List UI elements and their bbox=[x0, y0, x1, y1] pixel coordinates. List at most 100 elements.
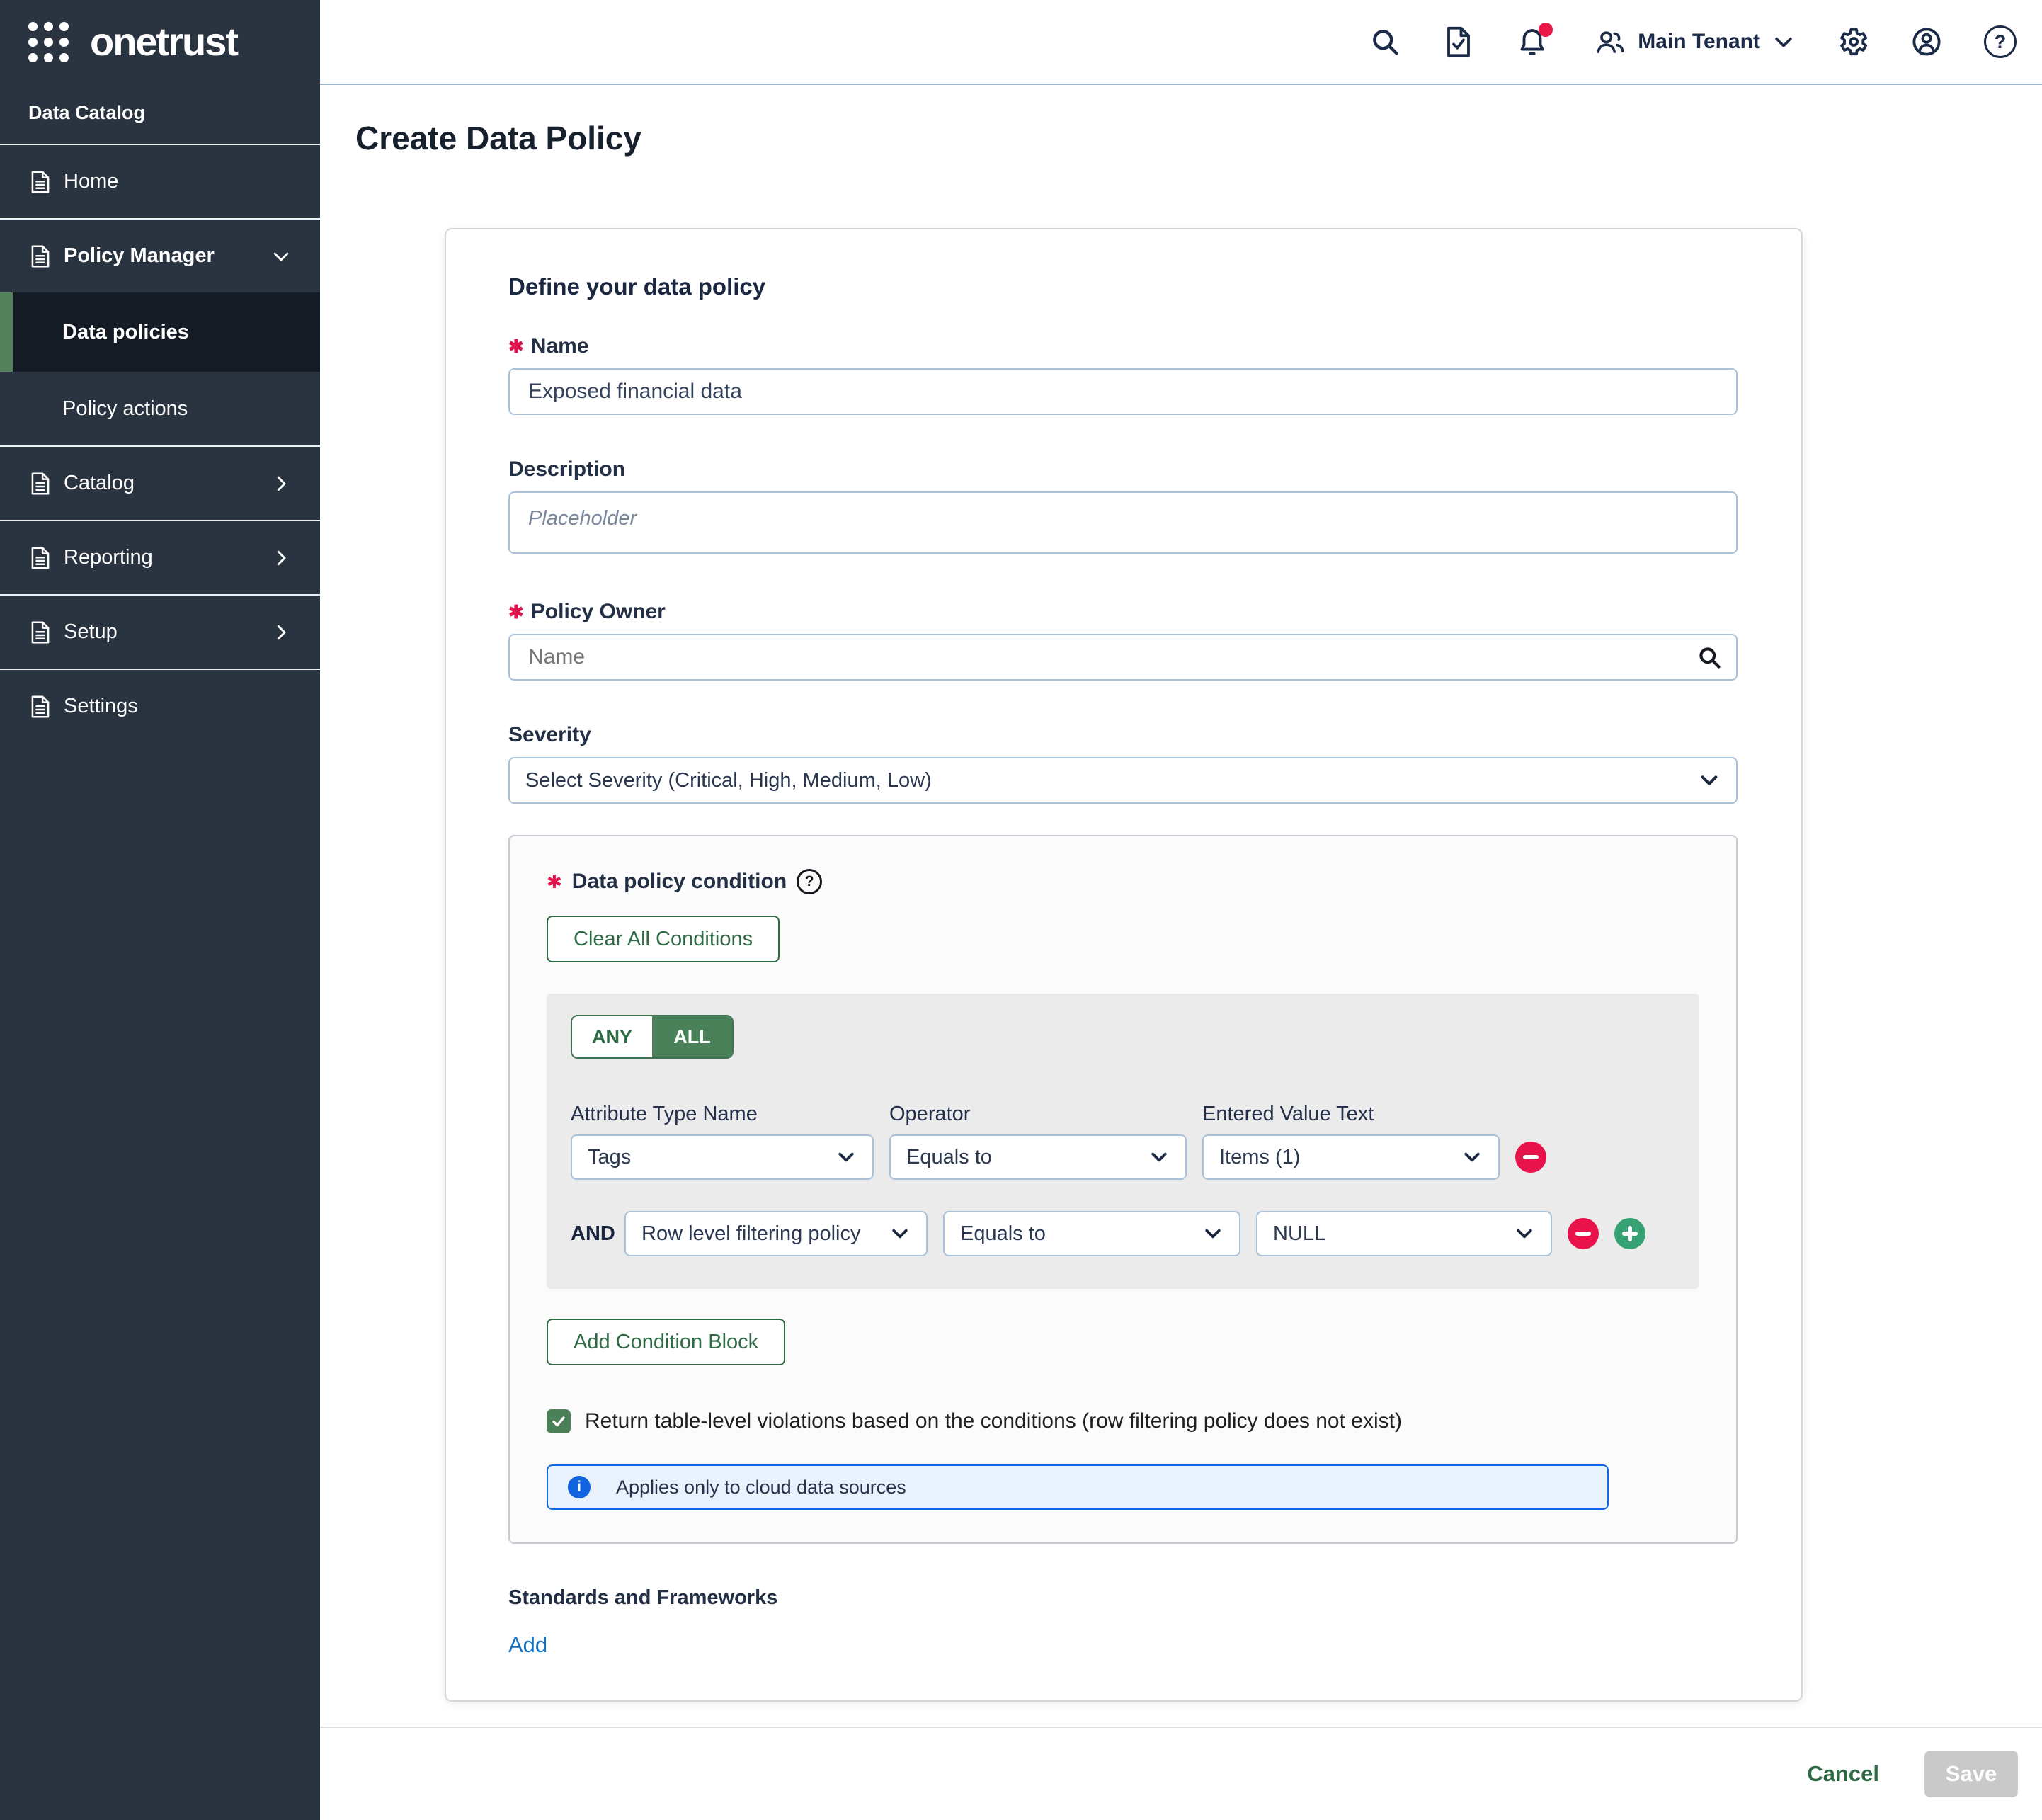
add-condition-icon[interactable] bbox=[1614, 1218, 1645, 1249]
sidebar-item-label: Settings bbox=[64, 695, 138, 718]
sidebar-item-reporting[interactable]: Reporting bbox=[0, 521, 320, 594]
operator-select[interactable]: Equals to bbox=[889, 1134, 1187, 1180]
chevron-down-icon bbox=[1698, 769, 1721, 792]
chevron-down-icon bbox=[1461, 1147, 1483, 1168]
operator-select[interactable]: Equals to bbox=[943, 1211, 1240, 1256]
conjunction-label: AND bbox=[571, 1222, 615, 1246]
policy-owner-field-group: ✱ Policy Owner bbox=[508, 600, 1738, 681]
document-icon bbox=[27, 545, 54, 571]
policy-form-card: Define your data policy ✱ Name Descripti… bbox=[445, 228, 1803, 1702]
search-icon[interactable] bbox=[1369, 25, 1401, 58]
policy-owner-label: ✱ Policy Owner bbox=[508, 600, 1738, 624]
toggle-any[interactable]: ANY bbox=[572, 1016, 652, 1057]
value-select[interactable]: Items (1) bbox=[1202, 1134, 1500, 1180]
top-bar: Main Tenant ? bbox=[320, 0, 2042, 85]
condition-label: Data policy condition bbox=[572, 870, 787, 894]
logo-row: onetrust bbox=[0, 0, 320, 84]
check-icon bbox=[550, 1413, 567, 1430]
severity-label: Severity bbox=[508, 723, 1738, 747]
standards-frameworks-label: Standards and Frameworks bbox=[508, 1586, 1738, 1610]
name-label: ✱ Name bbox=[508, 334, 1738, 358]
severity-field-group: Severity Select Severity (Critical, High… bbox=[508, 723, 1738, 804]
sidebar-item-home[interactable]: Home bbox=[0, 145, 320, 218]
document-icon bbox=[27, 693, 54, 720]
condition-column-headers: Attribute Type Name Operator Entered Val… bbox=[571, 1103, 1672, 1126]
sidebar: onetrust Data Catalog Home Policy Manage… bbox=[0, 0, 320, 1820]
condition-block: ANY ALL Attribute Type Name Operator Ent… bbox=[547, 994, 1699, 1289]
description-label: Description bbox=[508, 457, 1738, 482]
required-asterisk: ✱ bbox=[508, 603, 524, 621]
name-input[interactable] bbox=[508, 368, 1738, 415]
column-operator: Operator bbox=[889, 1103, 1187, 1126]
sidebar-item-settings[interactable]: Settings bbox=[0, 670, 320, 743]
chevron-right-icon bbox=[270, 547, 292, 569]
info-text: Applies only to cloud data sources bbox=[616, 1477, 906, 1498]
sidebar-item-label: Catalog bbox=[64, 472, 135, 495]
info-banner: i Applies only to cloud data sources bbox=[547, 1464, 1609, 1510]
sidebar-item-label: Reporting bbox=[64, 546, 153, 569]
chevron-down-icon bbox=[835, 1147, 857, 1168]
sidebar-item-setup[interactable]: Setup bbox=[0, 596, 320, 669]
main-area: Main Tenant ? Create Data Policy Define … bbox=[320, 0, 2042, 1820]
sidebar-section-label: Data Catalog bbox=[0, 84, 320, 144]
page-content: Create Data Policy Define your data poli… bbox=[320, 85, 2042, 1727]
account-icon[interactable] bbox=[1910, 25, 1943, 58]
sidebar-item-policy-manager[interactable]: Policy Manager bbox=[0, 220, 320, 292]
policy-owner-input[interactable] bbox=[508, 634, 1738, 681]
document-check-icon[interactable] bbox=[1442, 25, 1475, 58]
document-icon bbox=[27, 169, 54, 195]
clear-all-conditions-button[interactable]: Clear All Conditions bbox=[547, 916, 780, 962]
sidebar-item-data-policies[interactable]: Data policies bbox=[0, 292, 320, 372]
document-icon bbox=[27, 243, 54, 270]
standards-add-link[interactable]: Add bbox=[508, 1632, 547, 1658]
save-button[interactable]: Save bbox=[1924, 1751, 2018, 1797]
add-condition-block-button[interactable]: Add Condition Block bbox=[547, 1319, 785, 1365]
condition-row: AND Row level filtering policy Equals to… bbox=[571, 1211, 1672, 1256]
app-window: onetrust Data Catalog Home Policy Manage… bbox=[0, 0, 2042, 1820]
attribute-select[interactable]: Tags bbox=[571, 1134, 874, 1180]
settings-gear-icon[interactable] bbox=[1837, 25, 1869, 58]
action-footer: Cancel Save bbox=[320, 1727, 2042, 1820]
table-level-violations-row: Return table-level violations based on t… bbox=[547, 1409, 1699, 1433]
chevron-down-icon bbox=[1202, 1223, 1224, 1244]
chevron-right-icon bbox=[270, 622, 292, 643]
severity-select[interactable]: Select Severity (Critical, High, Medium,… bbox=[508, 757, 1738, 804]
condition-header: ✱ Data policy condition ? bbox=[547, 869, 1699, 894]
column-value: Entered Value Text bbox=[1202, 1103, 1500, 1126]
info-icon: i bbox=[568, 1476, 591, 1498]
sidebar-item-label: Setup bbox=[64, 620, 118, 644]
checkbox-label: Return table-level violations based on t… bbox=[585, 1409, 1402, 1433]
description-input[interactable] bbox=[508, 491, 1738, 554]
attribute-select[interactable]: Row level filtering policy bbox=[624, 1211, 928, 1256]
chevron-down-icon bbox=[1514, 1223, 1535, 1244]
severity-value: Select Severity (Critical, High, Medium,… bbox=[525, 769, 932, 792]
value-select[interactable]: NULL bbox=[1256, 1211, 1552, 1256]
help-tooltip-icon[interactable]: ? bbox=[797, 869, 822, 894]
tenant-switcher[interactable]: Main Tenant bbox=[1594, 26, 1796, 57]
app-grid-icon[interactable] bbox=[28, 22, 69, 62]
users-icon bbox=[1594, 26, 1626, 57]
any-all-toggle: ANY ALL bbox=[571, 1015, 734, 1059]
sidebar-item-catalog[interactable]: Catalog bbox=[0, 447, 320, 520]
condition-row: Tags Equals to Items (1) bbox=[571, 1134, 1672, 1180]
remove-condition-icon[interactable] bbox=[1568, 1218, 1599, 1249]
document-icon bbox=[27, 470, 54, 497]
description-field-group: Description bbox=[508, 457, 1738, 557]
chevron-down-icon bbox=[889, 1223, 911, 1244]
search-icon[interactable] bbox=[1696, 644, 1722, 670]
sidebar-item-policy-actions[interactable]: Policy actions bbox=[0, 372, 320, 445]
toggle-all[interactable]: ALL bbox=[652, 1016, 732, 1057]
sidebar-item-label: Home bbox=[64, 170, 118, 193]
chevron-down-icon bbox=[1148, 1147, 1170, 1168]
remove-condition-icon[interactable] bbox=[1515, 1142, 1546, 1173]
condition-panel: ✱ Data policy condition ? Clear All Cond… bbox=[508, 835, 1738, 1544]
name-field-group: ✱ Name bbox=[508, 334, 1738, 415]
page-title: Create Data Policy bbox=[355, 119, 2042, 157]
cancel-button[interactable]: Cancel bbox=[1807, 1761, 1879, 1787]
help-icon[interactable]: ? bbox=[1984, 25, 2017, 58]
chevron-down-icon bbox=[1772, 30, 1796, 54]
table-level-violations-checkbox[interactable] bbox=[547, 1409, 571, 1433]
notifications-bell-icon[interactable] bbox=[1516, 25, 1548, 58]
required-asterisk: ✱ bbox=[508, 337, 524, 356]
form-section-heading: Define your data policy bbox=[508, 273, 1738, 300]
